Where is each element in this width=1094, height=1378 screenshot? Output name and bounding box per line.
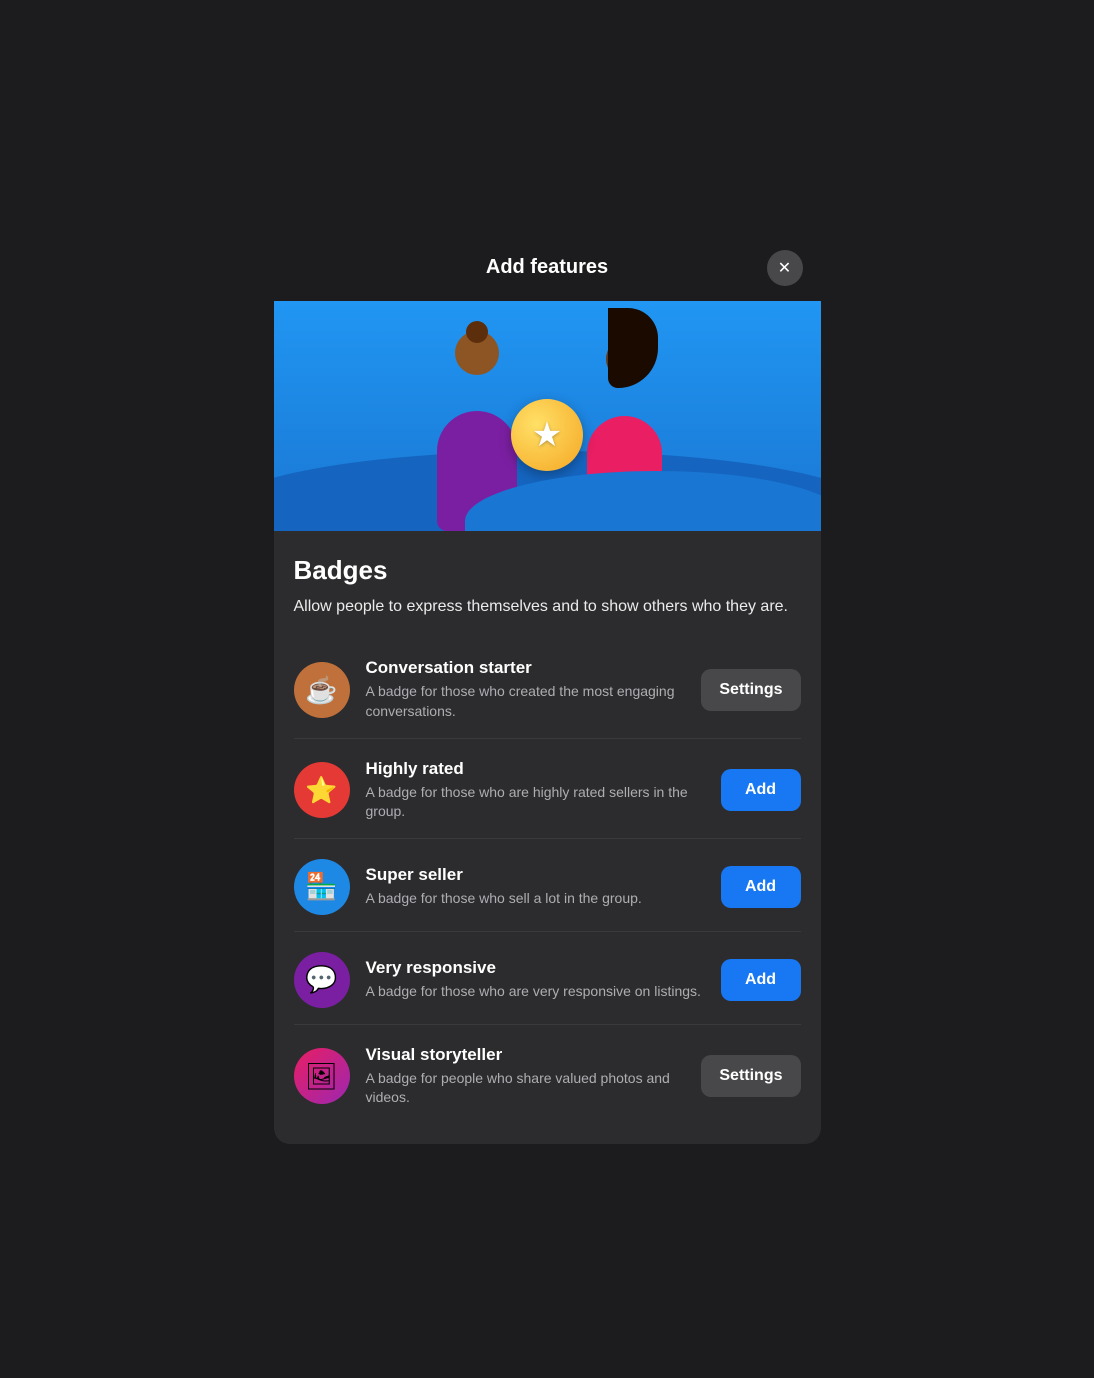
highly-rated-emoji: ⭐	[305, 775, 337, 806]
person1-figure	[437, 371, 517, 531]
modal-header: Add features ✕	[274, 234, 821, 301]
hero-figures: ★	[407, 301, 687, 531]
badge-item-very-responsive: 💬 Very responsive A badge for those who …	[294, 936, 801, 1025]
badge-list: ☕ Conversation starter A badge for those…	[294, 642, 801, 1124]
person1-body	[437, 411, 517, 531]
close-button[interactable]: ✕	[767, 250, 803, 286]
badge-name-visual-storyteller: Visual storyteller	[366, 1045, 686, 1065]
add-button-super-seller[interactable]: Add	[721, 866, 801, 908]
badge-action-super-seller: Add	[721, 866, 801, 908]
conversation-starter-emoji: ☕	[305, 675, 337, 706]
badge-item-highly-rated: ⭐ Highly rated A badge for those who are…	[294, 743, 801, 839]
badge-desc-highly-rated: A badge for those who are highly rated s…	[366, 783, 705, 822]
badge-info-conversation-starter: Conversation starter A badge for those w…	[366, 658, 686, 721]
person2-head	[606, 338, 648, 380]
badge-icon-visual-storyteller: 🖼	[294, 1048, 350, 1104]
badge-desc-very-responsive: A badge for those who are very responsiv…	[366, 982, 705, 1002]
star-symbol: ★	[532, 415, 562, 455]
badge-action-very-responsive: Add	[721, 959, 801, 1001]
badge-name-highly-rated: Highly rated	[366, 759, 705, 779]
person2-figure	[587, 376, 667, 531]
badge-icon-super-seller: 🏪	[294, 859, 350, 915]
hero-image: ★	[274, 301, 821, 531]
person2-hair	[608, 308, 658, 388]
badge-icon-very-responsive: 💬	[294, 952, 350, 1008]
badge-icon-highly-rated: ⭐	[294, 762, 350, 818]
modal-title: Add features	[486, 256, 608, 279]
badge-item-super-seller: 🏪 Super seller A badge for those who sel…	[294, 843, 801, 932]
super-seller-emoji: 🏪	[305, 871, 337, 902]
badge-name-very-responsive: Very responsive	[366, 958, 705, 978]
badge-item-conversation-starter: ☕ Conversation starter A badge for those…	[294, 642, 801, 738]
person1-bun	[466, 321, 488, 343]
badge-item-visual-storyteller: 🖼 Visual storyteller A badge for people …	[294, 1029, 801, 1124]
badge-icon-conversation-starter: ☕	[294, 662, 350, 718]
badge-info-visual-storyteller: Visual storyteller A badge for people wh…	[366, 1045, 686, 1108]
badge-info-highly-rated: Highly rated A badge for those who are h…	[366, 759, 705, 822]
badge-name-conversation-starter: Conversation starter	[366, 658, 686, 678]
badge-name-super-seller: Super seller	[366, 865, 705, 885]
badge-action-visual-storyteller: Settings	[701, 1055, 800, 1097]
section-title: Badges	[294, 555, 801, 586]
badge-action-highly-rated: Add	[721, 769, 801, 811]
person1-head	[455, 331, 499, 375]
close-icon: ✕	[778, 258, 791, 278]
visual-storyteller-emoji: 🖼	[305, 1061, 338, 1092]
add-features-modal: Add features ✕ ★	[274, 234, 821, 1144]
settings-button-conversation-starter[interactable]: Settings	[701, 669, 800, 711]
section-description: Allow people to express themselves and t…	[294, 596, 801, 618]
very-responsive-emoji: 💬	[305, 964, 337, 995]
add-button-highly-rated[interactable]: Add	[721, 769, 801, 811]
badge-desc-visual-storyteller: A badge for people who share valued phot…	[366, 1069, 686, 1108]
badge-action-conversation-starter: Settings	[701, 669, 800, 711]
settings-button-visual-storyteller[interactable]: Settings	[701, 1055, 800, 1097]
badge-info-super-seller: Super seller A badge for those who sell …	[366, 865, 705, 909]
person2-body	[587, 416, 662, 531]
badge-desc-conversation-starter: A badge for those who created the most e…	[366, 682, 686, 721]
modal-body: Badges Allow people to express themselve…	[274, 531, 821, 1144]
badge-desc-super-seller: A badge for those who sell a lot in the …	[366, 889, 705, 909]
coin-icon: ★	[511, 399, 583, 471]
add-button-very-responsive[interactable]: Add	[721, 959, 801, 1001]
badge-info-very-responsive: Very responsive A badge for those who ar…	[366, 958, 705, 1002]
